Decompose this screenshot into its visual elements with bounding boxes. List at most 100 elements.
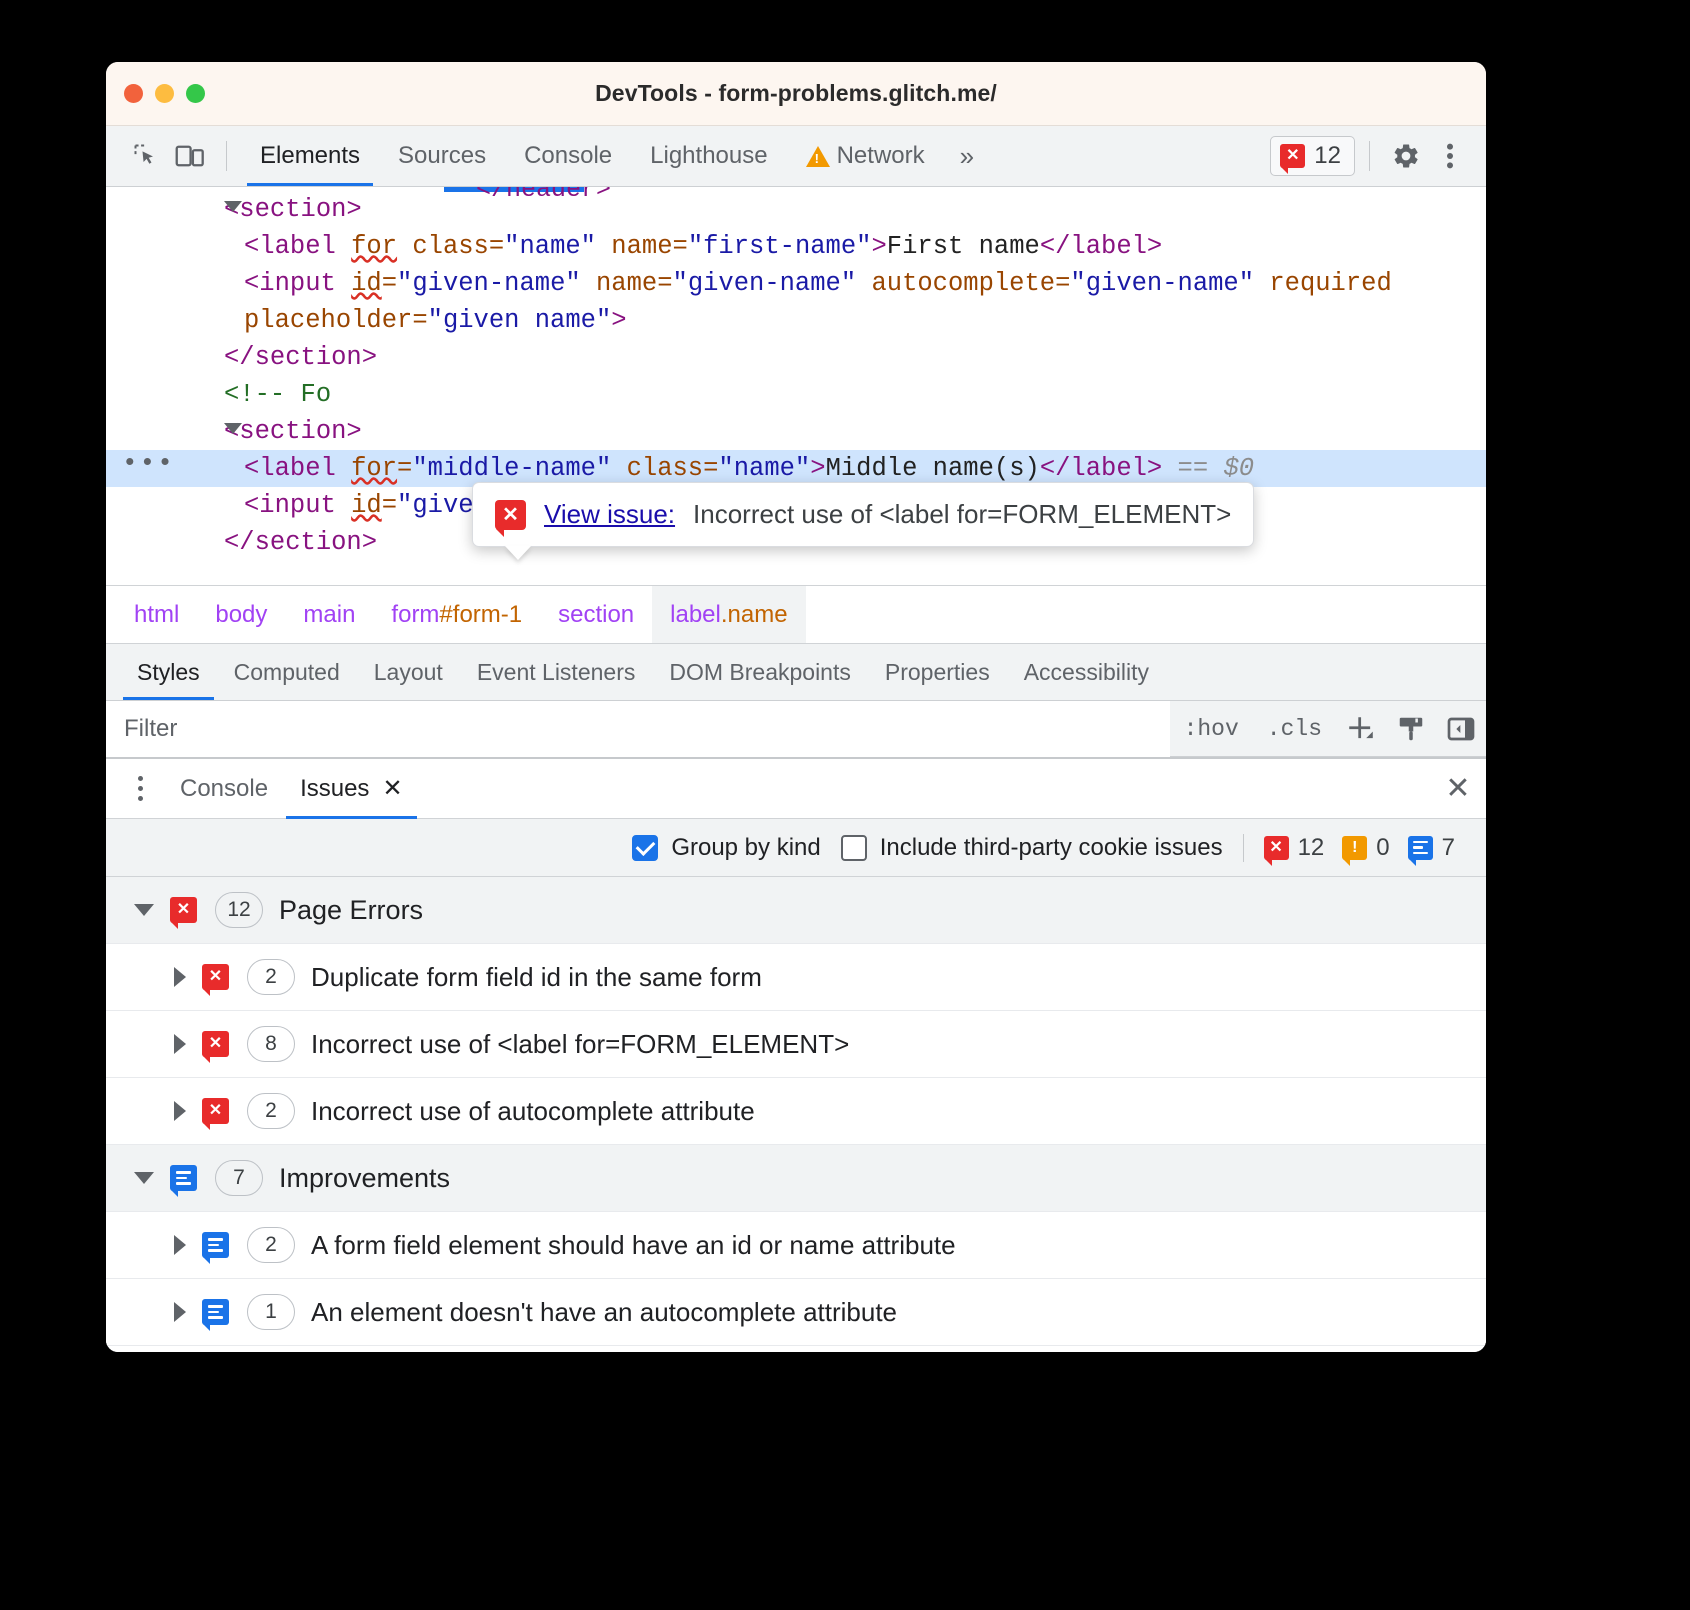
issue-item-title: An element doesn't have an autocomplete … bbox=[311, 1297, 897, 1328]
devtools-window: DevTools - form-problems.glitch.me/ Elem… bbox=[106, 62, 1486, 1352]
chevron-down-icon[interactable] bbox=[134, 904, 154, 916]
warning-count: 0 bbox=[1376, 834, 1389, 862]
line-comment[interactable]: <!-- Fo bbox=[106, 376, 1486, 413]
close-drawer-icon[interactable]: ✕ bbox=[1430, 759, 1486, 818]
issue-group-improvements[interactable]: 7Improvements bbox=[106, 1145, 1486, 1212]
code-token-tag: <label bbox=[244, 232, 351, 261]
error-bubble-icon: ✕ bbox=[495, 500, 526, 530]
breadcrumb-item-main[interactable]: main bbox=[285, 586, 373, 643]
tab-lighthouse-label: Lighthouse bbox=[650, 142, 767, 170]
issue-count-badge: 2 bbox=[247, 959, 295, 995]
row-menu-icon[interactable]: ••• bbox=[122, 445, 175, 482]
code-token-txt: First name bbox=[887, 232, 1040, 261]
drawer-tab-issues-close-icon[interactable]: ✕ bbox=[382, 774, 402, 803]
tab-console[interactable]: Console bbox=[505, 126, 631, 186]
line-label-first-name[interactable]: <label for class="name" name="first-name… bbox=[106, 228, 1486, 265]
code-token-val: "given name" bbox=[428, 306, 612, 335]
kebab-menu-icon[interactable] bbox=[1428, 134, 1472, 178]
issues-list[interactable]: ✕12Page Errors✕2Duplicate form field id … bbox=[106, 877, 1486, 1352]
warning-triangle-icon bbox=[806, 146, 830, 167]
breadcrumb-item-suffix: .name bbox=[721, 601, 788, 629]
element-classes-button[interactable]: .cls bbox=[1253, 716, 1336, 742]
breadcrumb-item-label[interactable]: label.name bbox=[652, 586, 805, 643]
chevron-right-icon[interactable] bbox=[174, 1302, 186, 1322]
sidebar-tab-layout[interactable]: Layout bbox=[357, 644, 460, 700]
chevron-down-icon[interactable] bbox=[134, 1172, 154, 1184]
inspect-cursor-icon[interactable] bbox=[124, 134, 168, 178]
issue-item-label-for[interactable]: ✕8Incorrect use of <label for=FORM_ELEME… bbox=[106, 1011, 1486, 1078]
tab-network[interactable]: Network bbox=[787, 126, 944, 186]
line-section-open-2[interactable]: <section> bbox=[106, 413, 1486, 450]
code-token-attr: = bbox=[382, 491, 397, 520]
line-input-given-name[interactable]: <input id="given-name" name="given-name"… bbox=[106, 265, 1486, 302]
styles-sidebar-tabs: Styles ComputedLayoutEvent ListenersDOM B… bbox=[106, 643, 1486, 701]
dom-tree-panel[interactable]: </header> <section><label for class="nam… bbox=[106, 187, 1486, 585]
device-toolbar-icon[interactable] bbox=[168, 134, 212, 178]
line-placeholder-cont[interactable]: placeholder="given name"> bbox=[106, 302, 1486, 339]
chevron-right-icon[interactable] bbox=[174, 967, 186, 987]
group-by-kind-checkbox[interactable]: Group by kind bbox=[632, 834, 820, 862]
code-token-val: "name" bbox=[504, 232, 596, 261]
group-by-kind-box[interactable] bbox=[632, 835, 658, 861]
tab-elements[interactable]: Elements bbox=[241, 126, 379, 186]
breadcrumb-item-body[interactable]: body bbox=[197, 586, 285, 643]
breadcrumb-item-section[interactable]: section bbox=[540, 586, 652, 643]
drawer-kebab-menu-icon[interactable] bbox=[116, 759, 164, 818]
panel-toggle-icon[interactable] bbox=[1436, 704, 1486, 754]
issue-count-badge: 12 bbox=[215, 892, 263, 928]
paintbrush-icon[interactable] bbox=[1386, 704, 1436, 754]
issue-item-autocomplete[interactable]: ✕2Incorrect use of autocomplete attribut… bbox=[106, 1078, 1486, 1145]
code-token-tag: <input bbox=[244, 269, 351, 298]
issue-item-no-autocomplete[interactable]: 1An element doesn't have an autocomplete… bbox=[106, 1279, 1486, 1346]
sidebar-tab-properties[interactable]: Properties bbox=[868, 644, 1007, 700]
breadcrumb-item-form[interactable]: form#form-1 bbox=[373, 586, 540, 643]
line-section-close-1[interactable]: </section> bbox=[106, 339, 1486, 376]
code-token-attr: name= bbox=[581, 269, 673, 298]
code-token-tag: <label bbox=[244, 454, 351, 483]
plus-dropdown-icon[interactable] bbox=[1336, 704, 1386, 754]
info-bubble-icon bbox=[202, 1299, 229, 1325]
issue-group-title: Page Errors bbox=[279, 895, 423, 926]
drawer-tabbar-spacer bbox=[419, 759, 1430, 818]
chevron-right-icon[interactable] bbox=[174, 1235, 186, 1255]
issue-count-badge: 2 bbox=[247, 1093, 295, 1129]
sidebar-tab-dom-breakpoints[interactable]: DOM Breakpoints bbox=[652, 644, 868, 700]
gear-icon[interactable] bbox=[1384, 134, 1428, 178]
sidebar-tab-accessibility[interactable]: Accessibility bbox=[1007, 644, 1166, 700]
styles-filter-input[interactable] bbox=[106, 701, 1170, 757]
expand-triangle-icon[interactable] bbox=[224, 201, 242, 212]
more-panels-icon[interactable]: » bbox=[944, 141, 987, 172]
tab-network-label: Network bbox=[837, 142, 925, 170]
drawer-tab-issues[interactable]: Issues ✕ bbox=[284, 759, 418, 818]
chevron-right-icon[interactable] bbox=[174, 1101, 186, 1121]
sidebar-tab-event-listeners[interactable]: Event Listeners bbox=[460, 644, 653, 700]
code-token-attr: class= bbox=[397, 232, 504, 261]
line-section-open-1[interactable]: <section> bbox=[106, 191, 1486, 228]
issue-item-title: Duplicate form field id in the same form bbox=[311, 962, 762, 993]
issues-toolbar-divider bbox=[1243, 834, 1244, 862]
issue-item-dup-id[interactable]: ✕2Duplicate form field id in the same fo… bbox=[106, 944, 1486, 1011]
window-titlebar: DevTools - form-problems.glitch.me/ bbox=[106, 62, 1486, 126]
issue-tooltip[interactable]: ✕ View issue: Incorrect use of <label fo… bbox=[472, 482, 1254, 547]
chevron-right-icon[interactable] bbox=[174, 1034, 186, 1054]
error-count-chip[interactable]: ✕ 12 bbox=[1270, 136, 1355, 176]
code-token-sel0: == $0 bbox=[1162, 454, 1254, 483]
drawer-tab-console[interactable]: Console bbox=[164, 759, 284, 818]
view-issue-link[interactable]: View issue: bbox=[544, 499, 675, 530]
third-party-cookies-checkbox[interactable]: Include third-party cookie issues bbox=[841, 834, 1223, 862]
breadcrumb-item-name: body bbox=[215, 601, 267, 629]
tab-lighthouse[interactable]: Lighthouse bbox=[631, 126, 786, 186]
expand-triangle-icon[interactable] bbox=[224, 423, 242, 434]
issue-item-id-or-name[interactable]: 2A form field element should have an id … bbox=[106, 1212, 1486, 1279]
force-state-button[interactable]: :hov bbox=[1170, 716, 1253, 742]
third-party-cookies-box[interactable] bbox=[841, 835, 867, 861]
error-bubble-icon: ✕ bbox=[1264, 836, 1289, 860]
breadcrumb-item-name: main bbox=[303, 601, 355, 629]
breadcrumb-item-html[interactable]: html bbox=[116, 586, 197, 643]
sidebar-tab-styles[interactable]: Styles bbox=[120, 644, 217, 700]
sidebar-tab-computed[interactable]: Computed bbox=[217, 644, 357, 700]
sidebar-tab-label: Styles bbox=[137, 659, 200, 686]
styles-filter-toolbar: :hov .cls bbox=[106, 701, 1486, 757]
tab-sources[interactable]: Sources bbox=[379, 126, 505, 186]
issue-group-page-errors[interactable]: ✕12Page Errors bbox=[106, 877, 1486, 944]
